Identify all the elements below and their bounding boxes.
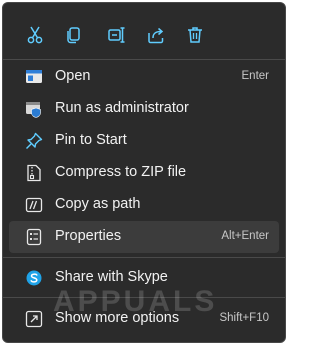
menu-item-label: Pin to Start (55, 132, 127, 148)
menu-item-compress-to-zip[interactable]: Compress to ZIP file (9, 157, 279, 189)
toolbar-divider (3, 59, 285, 60)
cut-icon (27, 26, 43, 44)
menu-divider (3, 257, 285, 258)
menu-item-shortcut: Enter (241, 70, 270, 82)
properties-icon (25, 228, 43, 246)
zip-icon (25, 164, 43, 182)
menu-item-label: Properties (55, 228, 122, 244)
rename-icon (108, 27, 125, 43)
delete-button[interactable] (182, 22, 208, 48)
menu-item-label: Run as administrator (55, 100, 189, 116)
menu-item-label: Copy as path (55, 196, 141, 212)
menu-item-pin-to-start[interactable]: Pin to Start (9, 125, 279, 157)
context-menu: Open Enter Run as administrator Pin to S… (2, 2, 286, 343)
context-menu-toolbar (3, 3, 285, 65)
share-icon (148, 27, 164, 44)
shield-icon (25, 100, 43, 118)
pin-icon (25, 132, 43, 150)
cut-button[interactable] (22, 22, 48, 48)
skype-icon (25, 269, 43, 287)
more-options-icon (25, 310, 43, 328)
share-button[interactable] (143, 22, 169, 48)
menu-item-label: Share with Skype (55, 269, 168, 285)
menu-item-properties[interactable]: Properties Alt+Enter (9, 221, 279, 253)
menu-item-copy-as-path[interactable]: Copy as path (9, 189, 279, 221)
menu-item-shortcut: Alt+Enter (221, 230, 269, 242)
menu-item-shortcut: Shift+F10 (219, 312, 269, 324)
delete-icon (188, 27, 202, 43)
copy-button[interactable] (61, 22, 87, 48)
open-app-icon (25, 68, 43, 86)
rename-button[interactable] (104, 22, 130, 48)
copy-path-icon (25, 196, 43, 214)
menu-item-run-as-administrator[interactable]: Run as administrator (9, 93, 279, 125)
watermark-logo: APPUALS (53, 285, 218, 318)
menu-item-label: Compress to ZIP file (55, 164, 187, 180)
menu-item-label: Open (55, 68, 91, 84)
menu-item-open[interactable]: Open Enter (9, 61, 279, 93)
copy-icon (67, 27, 80, 44)
